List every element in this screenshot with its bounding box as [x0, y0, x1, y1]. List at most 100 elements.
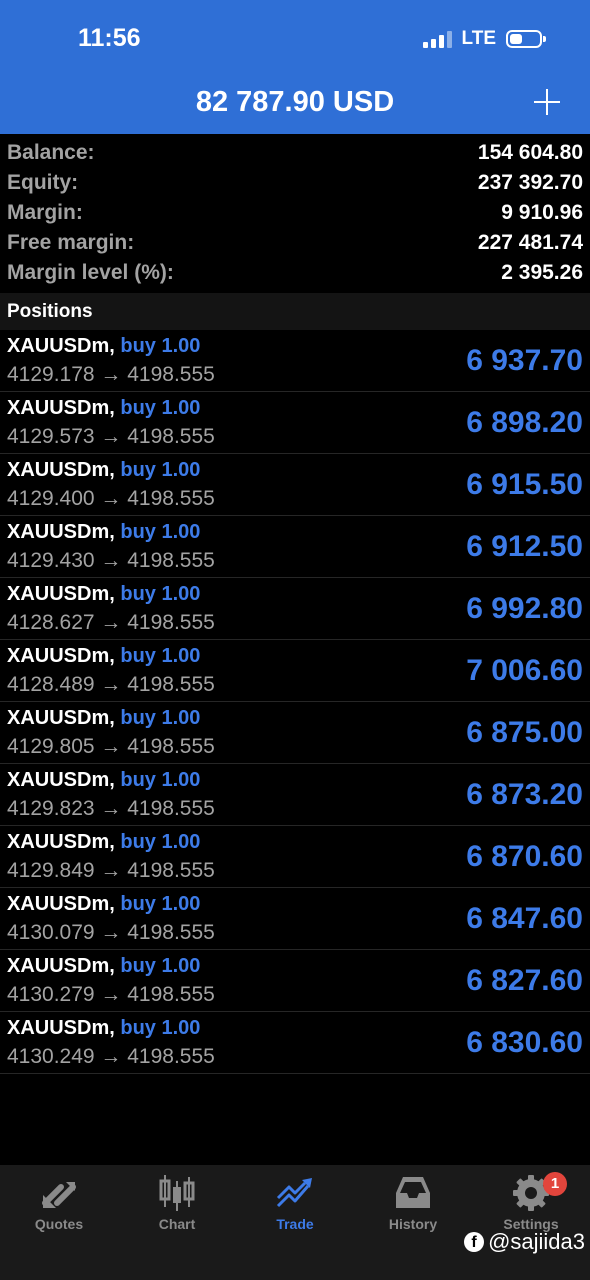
position-prices: 4129.400 → 4198.555 — [7, 487, 215, 510]
position-side: buy 1.00 — [120, 335, 201, 357]
summary-row-free-margin: Free margin: 227 481.74 — [0, 228, 590, 258]
position-title: XAUUSDm, buy 1.00 — [7, 707, 200, 730]
position-title: XAUUSDm, buy 1.00 — [7, 893, 200, 916]
position-row[interactable]: XAUUSDm, buy 1.00 4130.279 → 4198.555 6 82… — [0, 950, 590, 1012]
position-prices: 4130.279 → 4198.555 — [7, 983, 215, 1006]
position-symbol: XAUUSDm, — [7, 397, 115, 419]
tab-trade[interactable]: Trade — [236, 1165, 354, 1280]
position-symbol: XAUUSDm, — [7, 1017, 115, 1039]
position-symbol: XAUUSDm, — [7, 645, 115, 667]
app-header: 11:56 LTE 82 787.90 USD — [0, 0, 590, 134]
position-prices: 4129.849 → 4198.555 — [7, 859, 215, 882]
positions-list: XAUUSDm, buy 1.00 4129.178 → 4198.555 6 93… — [0, 330, 590, 1074]
tab-label: Trade — [276, 1216, 314, 1232]
position-row[interactable]: XAUUSDm, buy 1.00 4129.430 → 4198.555 6 91… — [0, 516, 590, 578]
position-profit: 6 875.00 — [466, 716, 583, 749]
status-time: 11:56 — [78, 24, 141, 52]
position-symbol: XAUUSDm, — [7, 583, 115, 605]
position-row[interactable]: XAUUSDm, buy 1.00 4129.573 → 4198.555 6 89… — [0, 392, 590, 454]
quotes-icon — [42, 1182, 76, 1208]
position-side: buy 1.00 — [120, 521, 201, 543]
position-row[interactable]: XAUUSDm, buy 1.00 4129.823 → 4198.555 6 87… — [0, 764, 590, 826]
positions-heading: Positions — [7, 301, 93, 322]
position-profit: 7 006.60 — [466, 654, 583, 687]
position-side: buy 1.00 — [120, 707, 201, 729]
battery-icon — [506, 30, 546, 48]
position-title: XAUUSDm, buy 1.00 — [7, 831, 200, 854]
positions-section-header: Positions — [0, 293, 590, 330]
position-row[interactable]: XAUUSDm, buy 1.00 4128.489 → 4198.555 7 00… — [0, 640, 590, 702]
position-title: XAUUSDm, buy 1.00 — [7, 521, 200, 544]
tab-chart[interactable]: Chart — [118, 1165, 236, 1280]
position-symbol: XAUUSDm, — [7, 707, 115, 729]
position-title: XAUUSDm, buy 1.00 — [7, 1017, 200, 1040]
summary-value: 237 392.70 — [477, 171, 583, 194]
position-prices: 4129.178 → 4198.555 — [7, 363, 215, 386]
summary-label: Equity: — [7, 171, 79, 194]
summary-value: 227 481.74 — [477, 231, 583, 254]
tab-settings[interactable]: 1 Settings — [472, 1165, 590, 1280]
position-side: buy 1.00 — [120, 893, 201, 915]
tab-history[interactable]: History — [354, 1165, 472, 1280]
account-equity-title: 82 787.90 USD — [195, 86, 395, 118]
position-profit: 6 830.60 — [466, 1026, 583, 1059]
position-row[interactable]: XAUUSDm, buy 1.00 4129.849 → 4198.555 6 87… — [0, 826, 590, 888]
position-title: XAUUSDm, buy 1.00 — [7, 769, 200, 792]
watermark: f @sajiida3 — [464, 1229, 585, 1255]
position-symbol: XAUUSDm, — [7, 769, 115, 791]
position-side: buy 1.00 — [120, 397, 201, 419]
trade-icon — [276, 1178, 312, 1208]
position-title: XAUUSDm, buy 1.00 — [7, 583, 200, 606]
summary-value: 9 910.96 — [501, 201, 583, 224]
summary-row-margin: Margin: 9 910.96 — [0, 198, 590, 228]
facebook-icon: f — [464, 1232, 485, 1252]
position-title: XAUUSDm, buy 1.00 — [7, 397, 200, 420]
position-side: buy 1.00 — [120, 769, 201, 791]
position-symbol: XAUUSDm, — [7, 335, 115, 357]
tab-label: Chart — [158, 1216, 196, 1232]
position-profit: 6 873.20 — [466, 778, 583, 811]
position-profit: 6 915.50 — [466, 468, 583, 501]
position-row[interactable]: XAUUSDm, buy 1.00 4129.400 → 4198.555 6 91… — [0, 454, 590, 516]
position-symbol: XAUUSDm, — [7, 831, 115, 853]
position-row[interactable]: XAUUSDm, buy 1.00 4129.805 → 4198.555 6 87… — [0, 702, 590, 764]
position-prices: 4129.823 → 4198.555 — [7, 797, 215, 820]
status-indicators: LTE — [422, 27, 546, 51]
position-prices: 4129.573 → 4198.555 — [7, 425, 215, 448]
position-side: buy 1.00 — [120, 459, 201, 481]
position-symbol: XAUUSDm, — [7, 521, 115, 543]
position-prices: 4129.430 → 4198.555 — [7, 549, 215, 572]
chart-icon — [159, 1175, 195, 1211]
summary-row-equity: Equity: 237 392.70 — [0, 168, 590, 198]
position-title: XAUUSDm, buy 1.00 — [7, 459, 200, 482]
summary-label: Margin level (%): — [7, 261, 174, 284]
summary-row-margin-level: Margin level (%): 2 395.26 — [0, 258, 590, 288]
position-prices: 4128.489 → 4198.555 — [7, 673, 215, 696]
position-prices: 4129.805 → 4198.555 — [7, 735, 215, 758]
cellular-signal-icon — [422, 30, 452, 48]
position-prices: 4128.627 → 4198.555 — [7, 611, 215, 634]
position-row[interactable]: XAUUSDm, buy 1.00 4128.627 → 4198.555 6 99… — [0, 578, 590, 640]
summary-value: 154 604.80 — [477, 141, 583, 164]
position-side: buy 1.00 — [120, 583, 201, 605]
summary-label: Free margin: — [7, 231, 135, 254]
position-prices: 4130.249 → 4198.555 — [7, 1045, 215, 1068]
position-side: buy 1.00 — [120, 955, 201, 977]
position-side: buy 1.00 — [120, 645, 201, 667]
tab-quotes[interactable]: Quotes — [0, 1165, 118, 1280]
position-row[interactable]: XAUUSDm, buy 1.00 4130.079 → 4198.555 6 84… — [0, 888, 590, 950]
position-profit: 6 847.60 — [466, 902, 583, 935]
position-row[interactable]: XAUUSDm, buy 1.00 4129.178 → 4198.555 6 93… — [0, 330, 590, 392]
position-row[interactable]: XAUUSDm, buy 1.00 4130.249 → 4198.555 6 83… — [0, 1012, 590, 1074]
position-profit: 6 992.80 — [466, 592, 583, 625]
summary-label: Margin: — [7, 201, 83, 224]
summary-label: Balance: — [7, 141, 95, 164]
position-profit: 6 827.60 — [466, 964, 583, 997]
tab-label: History — [388, 1216, 438, 1232]
account-summary: Balance: 154 604.80 Equity: 237 392.70 M… — [0, 138, 590, 288]
add-order-button[interactable] — [534, 89, 560, 115]
position-title: XAUUSDm, buy 1.00 — [7, 955, 200, 978]
position-side: buy 1.00 — [120, 1017, 201, 1039]
summary-value: 2 395.26 — [501, 261, 583, 284]
position-profit: 6 898.20 — [466, 406, 583, 439]
